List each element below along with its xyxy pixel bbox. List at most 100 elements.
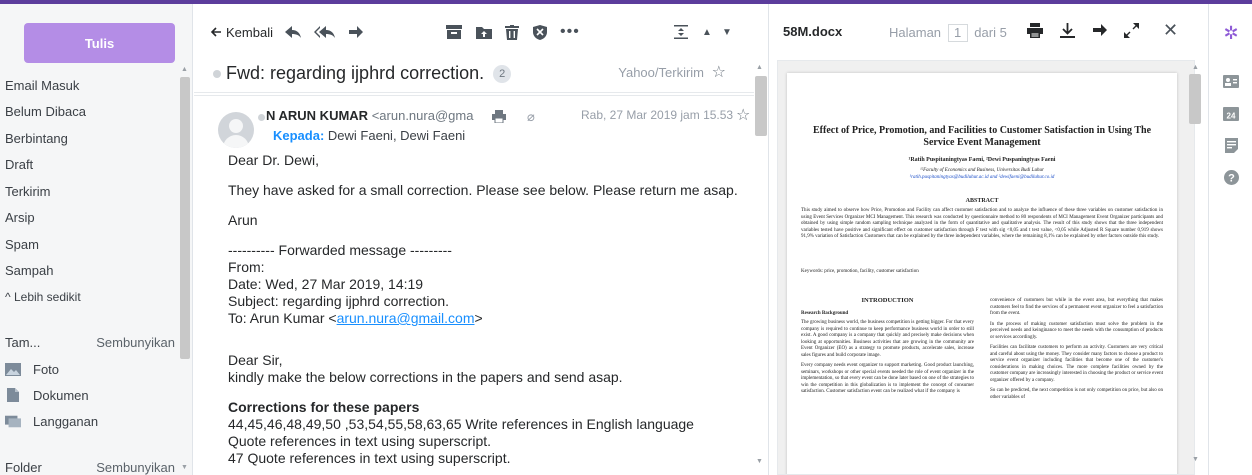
folder-archive[interactable]: Arsip — [0, 205, 176, 232]
svg-text:24: 24 — [1227, 111, 1236, 120]
reply-icon[interactable] — [284, 23, 302, 41]
doc-abstract-heading: ABSTRACT — [965, 198, 999, 204]
star-message-icon[interactable]: ☆ — [736, 105, 750, 125]
viewer-expand-icon[interactable] — [1124, 23, 1139, 38]
body-request: kindly make the below corrections in the… — [228, 369, 623, 385]
arrow-left-icon — [210, 26, 222, 38]
viewer-close-icon[interactable]: ✕ — [1163, 20, 1178, 41]
doc-research-heading: Research Background — [801, 310, 849, 316]
viewer-pagination: Halaman 1 dari 5 — [889, 24, 1007, 42]
compose-button[interactable]: Tulis — [24, 23, 175, 63]
view-photos[interactable]: Foto — [5, 358, 175, 380]
right-rail: ✲ 24 ? — [1208, 4, 1252, 475]
message-pane: Kembali ••• ▲ ▼ Fwd: regarding ijphrd co… — [194, 4, 768, 475]
read-dot-icon — [258, 114, 265, 121]
views-hide-link[interactable]: Sembunyikan — [96, 335, 175, 350]
move-folder-icon[interactable] — [476, 23, 492, 41]
thread-count-badge: 2 — [493, 65, 512, 84]
attachment-icon[interactable]: ⌀ — [527, 109, 535, 125]
message-card: N ARUN KUMAR <arun.nura@gma ⌀ Rab, 27 Ma… — [194, 64, 767, 475]
doc-title: Effect of Price, Promotion, and Faciliti… — [812, 125, 1152, 148]
doc-emails[interactable]: ¹ratih.puspitaningtyas@budiluhur.ac.id a… — [910, 175, 1055, 180]
recipients-line: Kepada: Dewi Faeni, Dewi Faeni — [273, 128, 465, 143]
photo-icon — [5, 362, 21, 376]
page-number-input[interactable]: 1 — [947, 24, 968, 42]
folder-starred[interactable]: Berbintang — [0, 125, 176, 152]
message-scroll-down-icon[interactable]: ▼ — [756, 458, 763, 465]
avatar-body-shape — [223, 135, 249, 148]
document-preview[interactable]: Effect of Price, Promotion, and Faciliti… — [777, 60, 1195, 475]
to-label: Kepada: — [273, 128, 325, 143]
sidebar-scroll-down-icon[interactable]: ▼ — [181, 464, 188, 471]
folder-sent[interactable]: Terkirim — [0, 178, 176, 205]
star-thread-icon[interactable]: ☆ — [712, 62, 726, 82]
doc-affiliation-text: ¹²Faculty of Economics and Business, Uni… — [920, 168, 1044, 173]
body-line1: They have asked for a small correction. … — [228, 182, 738, 198]
archive-icon[interactable] — [446, 23, 462, 41]
fwd-from: From: — [228, 259, 265, 275]
notepad-icon[interactable] — [1221, 136, 1241, 154]
contacts-icon[interactable] — [1221, 72, 1241, 90]
back-label: Kembali — [226, 24, 273, 40]
viewer-scroll-down-icon[interactable]: ▼ — [1192, 456, 1199, 463]
folder-spam[interactable]: Spam — [0, 231, 176, 258]
correction-3: 47 Quote references in text using supers… — [228, 450, 511, 466]
subscription-icon — [5, 414, 21, 428]
document-icon — [5, 388, 21, 402]
back-button[interactable]: Kembali — [210, 23, 273, 41]
sender-email: <arun.nura@gma — [371, 108, 474, 123]
message-folder-tag[interactable]: Yahoo/Terkirim — [618, 65, 704, 80]
fwd-header: ---------- Forwarded message --------- — [228, 242, 452, 258]
fwd-to-email-link[interactable]: arun.nura@gmail.com — [337, 310, 475, 326]
message-scrollbar-thumb[interactable] — [755, 76, 767, 136]
help-icon[interactable]: ? — [1221, 168, 1241, 186]
view-subscriptions[interactable]: Langganan — [5, 410, 175, 432]
doc-right-paragraph-1: convenience of customers but while in th… — [990, 298, 1163, 316]
viewer-toolbar: 58M.docx Halaman 1 dari 5 ✕ — [769, 4, 1209, 59]
view-documents[interactable]: Dokumen — [5, 384, 175, 406]
doc-column-left: INTRODUCTION Research Background The gro… — [801, 297, 974, 400]
print-icon[interactable] — [492, 110, 506, 123]
viewer-scroll-up-icon[interactable]: ▲ — [1192, 64, 1199, 71]
folders-hide-link[interactable]: Sembunyikan — [96, 460, 175, 475]
folder-inbox[interactable]: Email Masuk — [0, 72, 176, 99]
views-section-title: Tam... — [5, 335, 41, 350]
view-subscriptions-label: Langganan — [33, 413, 99, 429]
message-scroll-up-icon[interactable]: ▲ — [756, 64, 763, 71]
viewer-download-icon[interactable] — [1060, 23, 1075, 38]
view-documents-label: Dokumen — [33, 387, 89, 403]
doc-keywords: Keywords: price, promotion, facility, cu… — [801, 269, 919, 274]
folder-drafts[interactable]: Draft — [0, 152, 176, 179]
views-section-header: Tam... Sembunyikan — [5, 335, 175, 350]
sender-line[interactable]: N ARUN KUMAR <arun.nura@gma — [266, 108, 473, 123]
sender-name: N ARUN KUMAR — [266, 108, 369, 123]
viewer-forward-icon[interactable] — [1092, 23, 1108, 37]
doc-column-right: convenience of customers but while in th… — [990, 298, 1163, 405]
next-message-icon[interactable]: ▼ — [722, 23, 732, 41]
sidebar-scrollbar-thumb[interactable] — [180, 77, 190, 359]
reply-all-icon[interactable] — [314, 23, 336, 41]
fwd-date: Date: Wed, 27 Mar 2019, 14:19 — [228, 276, 424, 292]
message-scrollbar[interactable]: ▲ ▼ — [754, 60, 768, 475]
doc-left-paragraph-1: The growing business world, the business… — [801, 320, 974, 358]
svg-text:?: ? — [1228, 172, 1235, 184]
message-date: Rab, 27 Mar 2019 jam 15.53 — [581, 108, 734, 122]
body-signature: Arun — [228, 212, 258, 228]
correction-2: Quote references in text using superscri… — [228, 433, 492, 449]
to-value[interactable]: Dewi Faeni, Dewi Faeni — [328, 128, 465, 143]
previous-message-icon[interactable]: ▲ — [702, 23, 712, 41]
collapse-icon[interactable] — [674, 23, 688, 41]
sidebar-scroll-up-icon[interactable]: ▲ — [181, 66, 188, 73]
spam-shield-icon[interactable] — [533, 23, 547, 41]
trash-icon[interactable] — [505, 23, 519, 41]
show-less-link[interactable]: ^ Lebih sedikit — [0, 284, 176, 311]
settings-gear-icon[interactable]: ✲ — [1221, 23, 1241, 43]
viewer-scrollbar-thumb[interactable] — [1189, 74, 1201, 124]
forward-icon[interactable] — [348, 23, 364, 41]
viewer-print-icon[interactable] — [1027, 23, 1043, 38]
calendar-icon[interactable]: 24 — [1221, 104, 1241, 122]
page-total: dari 5 — [974, 25, 1007, 40]
folder-unread[interactable]: Belum Dibaca — [0, 99, 176, 126]
folder-trash[interactable]: Sampah — [0, 258, 176, 285]
more-options-icon[interactable]: ••• — [560, 23, 580, 41]
